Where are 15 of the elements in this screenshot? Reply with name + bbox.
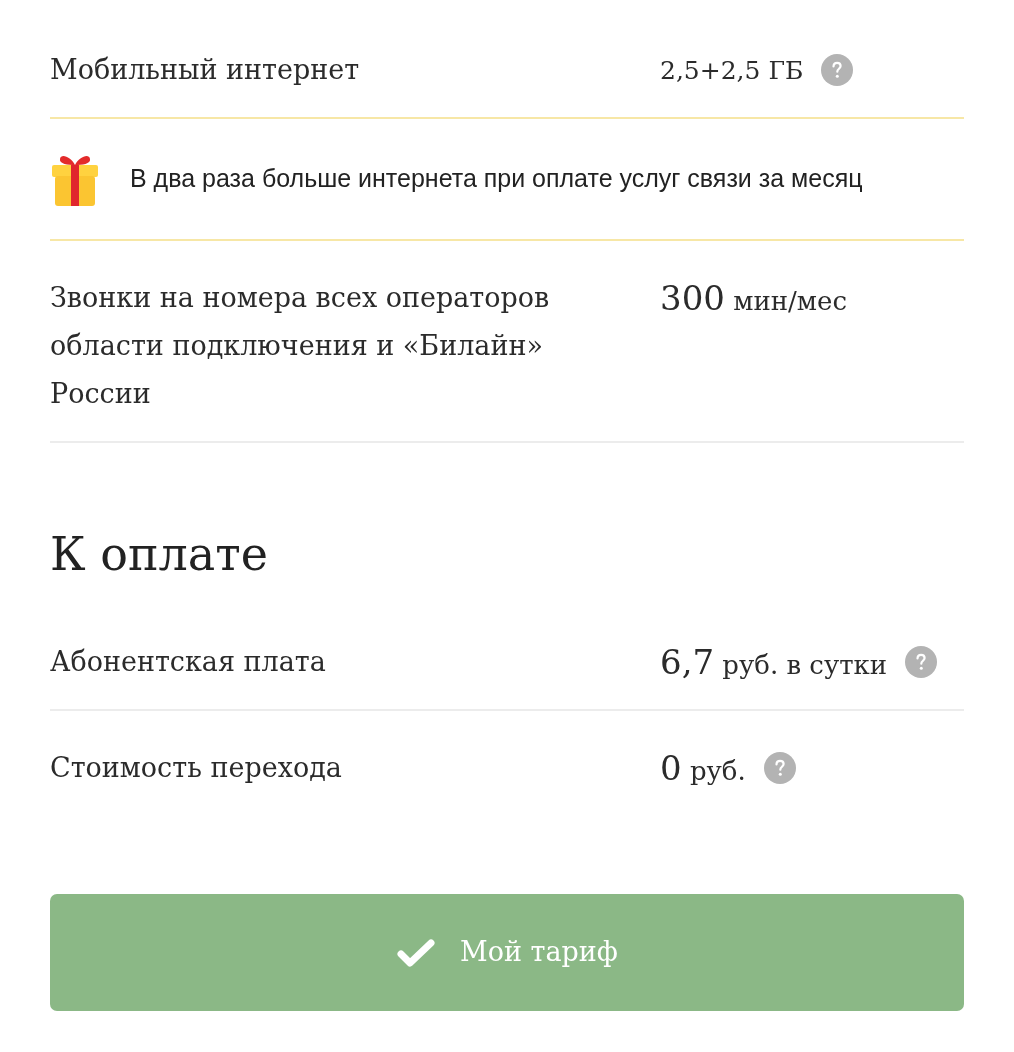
- help-icon[interactable]: [905, 646, 938, 678]
- feature-value: 2,5+2,5 ГБ: [660, 54, 804, 87]
- help-icon[interactable]: [821, 54, 854, 86]
- feature-value: 6,7 руб. в сутки: [660, 641, 888, 684]
- feature-label: Абонентская плата: [50, 645, 327, 679]
- feature-label: Мобильный интернет: [50, 53, 361, 87]
- feature-label: Стоимость перехода: [50, 751, 343, 785]
- help-icon[interactable]: [763, 752, 796, 784]
- section-heading: К оплате: [50, 526, 269, 583]
- check-icon: [396, 937, 437, 968]
- feature-value: 0 руб.: [660, 747, 746, 790]
- feature-value: 300 мин/мес: [660, 277, 847, 320]
- my-tariff-button[interactable]: Мой тариф: [50, 894, 964, 1011]
- promo-text: В два раза больше интернета при оплате услуг связи за месяц: [130, 163, 863, 195]
- feature-label: Звонки на номера всех операторов области подключения и «Билайн» России: [50, 281, 551, 411]
